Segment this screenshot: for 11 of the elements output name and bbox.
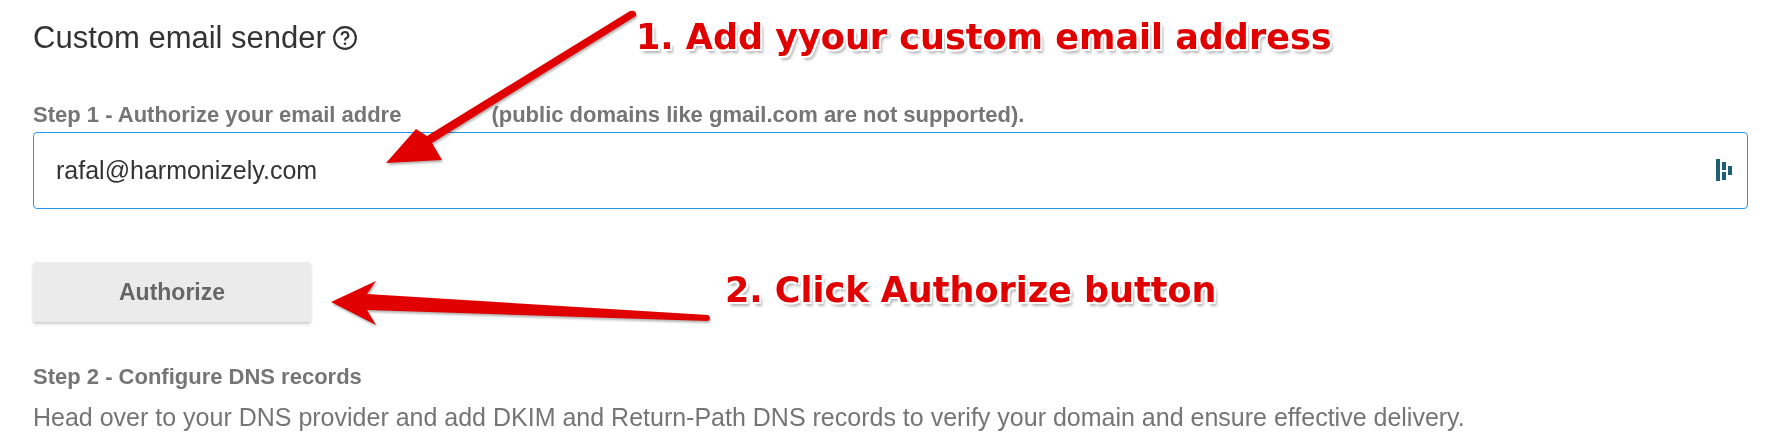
- help-icon[interactable]: [331, 25, 358, 51]
- email-field[interactable]: rafal@harmonizely.com: [33, 132, 1748, 209]
- authorize-button[interactable]: Authorize: [33, 262, 311, 322]
- step-label: Step 2 - Configure DNS records: [33, 364, 363, 390]
- step-label: Step 1 - Authorize your email addre: [33, 102, 402, 128]
- annotation-text: 1. Add yyour custom email address: [636, 16, 1332, 58]
- bars-icon[interactable]: [1714, 158, 1734, 182]
- annotation-text: 2. Click Authorize button: [725, 269, 1217, 311]
- step-description: Head over to your DNS provider and add DKIM and Return-Path DNS records to verify your domain and ensure effective delivery.: [33, 402, 1466, 432]
- step-label: (public domains like gmail.com are not supported).: [491, 102, 1025, 128]
- section-title: Custom email sender: [33, 20, 326, 56]
